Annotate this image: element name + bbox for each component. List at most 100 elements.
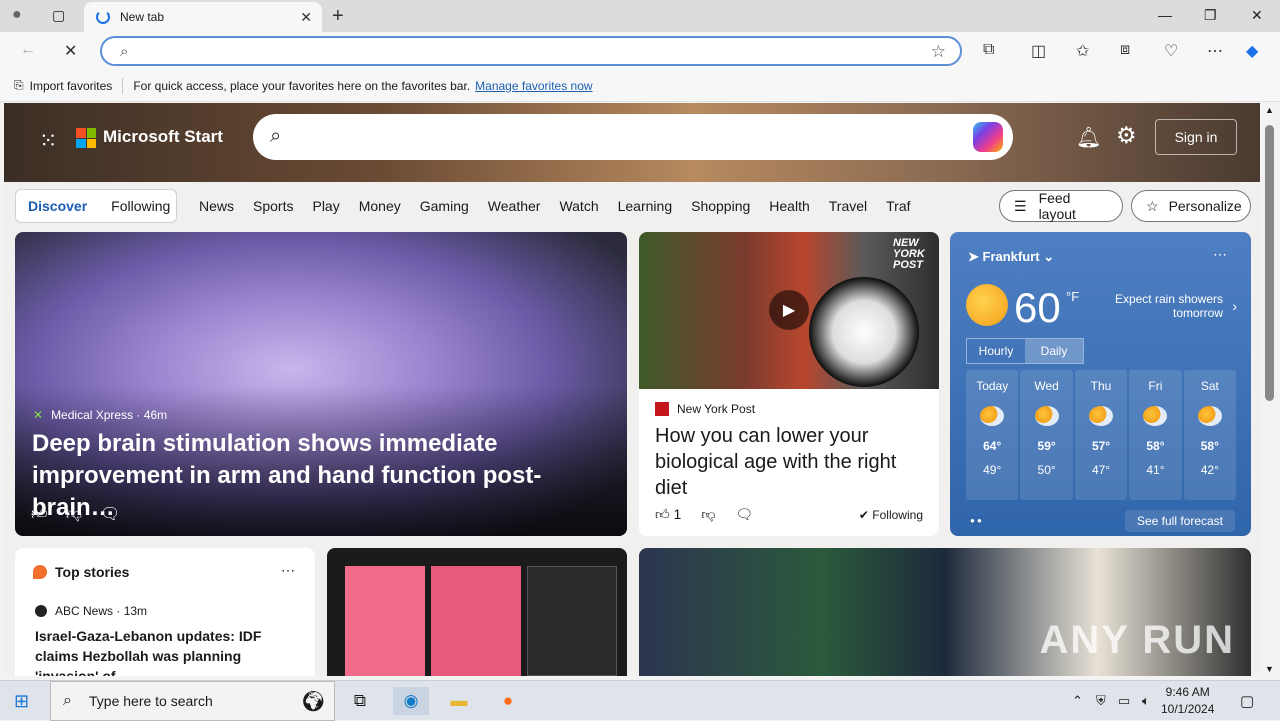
manage-favorites-link[interactable]: Manage favorites now	[475, 79, 592, 93]
tab-new-tab[interactable]: New tab ✕	[84, 2, 322, 32]
firefox-icon[interactable]: ●	[490, 687, 526, 715]
nav-item-travel[interactable]: Travel	[829, 198, 867, 214]
game-box-image	[527, 566, 617, 676]
scroll-down-icon[interactable]: ▼	[1265, 664, 1274, 674]
nav-item-gaming[interactable]: Gaming	[420, 198, 469, 214]
profile-icon[interactable]: ●	[12, 6, 22, 24]
nav-item-watch[interactable]: Watch	[559, 198, 598, 214]
notification-center-icon[interactable]: ▢	[1240, 692, 1254, 710]
chevron-right-icon[interactable]: ›	[1232, 298, 1237, 314]
comment-icon[interactable]: 🗨︎	[100, 506, 138, 523]
weather-location[interactable]: ➤ Frankfurt ⌄	[968, 249, 1054, 265]
notifications-icon[interactable]: 🔔︎	[1076, 125, 1101, 150]
close-window-icon[interactable]: ✕	[1251, 7, 1263, 24]
network-icon[interactable]: ▭	[1118, 693, 1130, 709]
settings-more-icon[interactable]: ⋯	[1207, 41, 1223, 61]
nav-item-play[interactable]: Play	[312, 198, 339, 214]
nav-item-traffic[interactable]: Traf	[886, 198, 910, 214]
copilot-icon[interactable]: ◆	[1246, 41, 1258, 61]
brand-title[interactable]: Microsoft Start	[103, 127, 223, 147]
article-title[interactable]: Israel-Gaza-Lebanon updates: IDF claims …	[35, 626, 299, 676]
show-hidden-icons[interactable]: ⌃	[1072, 693, 1083, 709]
tab-daily[interactable]: Daily	[1025, 339, 1083, 363]
salt-spoon-image	[809, 277, 919, 387]
scroll-up-icon[interactable]: ▲	[1265, 105, 1274, 115]
forecast-day[interactable]: Sat 58° 42°	[1183, 370, 1237, 500]
article-source: New York Post	[655, 402, 755, 416]
volume-icon[interactable]: 🔈︎	[1142, 693, 1150, 709]
like-count: 1	[673, 506, 682, 522]
task-view-icon[interactable]: ⧉	[342, 687, 378, 715]
tab-hourly[interactable]: Hourly	[967, 339, 1025, 363]
new-tab-button[interactable]: +	[332, 5, 344, 28]
favorites-hint: For quick access, place your favorites h…	[133, 78, 471, 93]
main-news-card[interactable]: ✕ Medical Xpress · 46m Deep brain stimula…	[15, 232, 627, 536]
nav-item-learning[interactable]: Learning	[618, 198, 673, 214]
restore-icon[interactable]: ❐	[1204, 7, 1217, 24]
file-explorer-icon[interactable]: ▬	[441, 687, 477, 715]
anime-news-card[interactable]: ANY RUN	[639, 548, 1251, 676]
stop-icon[interactable]: ✕	[64, 41, 77, 61]
page-scrollbar[interactable]: ▲ ▼	[1261, 103, 1280, 676]
gear-icon[interactable]: ⚙	[1116, 122, 1137, 149]
system-clock[interactable]: 9:46 AM 10/1/2024	[1161, 684, 1214, 718]
page-content: ⁙ Microsoft Start ⌕ 🔔︎ ⚙ Sign in Discove…	[4, 103, 1260, 676]
split-screen-icon[interactable]: ◫	[1031, 41, 1046, 61]
address-bar[interactable]: ⌕ ☆	[100, 36, 962, 66]
nav-item-sports[interactable]: Sports	[253, 198, 293, 214]
following-indicator[interactable]: ✔ Following	[859, 508, 923, 522]
nav-item-health[interactable]: Health	[769, 198, 809, 214]
favorites-icon[interactable]: ✩	[1076, 41, 1089, 61]
more-options-icon[interactable]: ⋯	[281, 562, 295, 579]
taskbar-search[interactable]: ⌕ Type here to search 🌍︎	[50, 681, 335, 721]
collections-icon[interactable]: ⧈	[1120, 41, 1130, 59]
tab-following[interactable]: Following	[99, 198, 182, 214]
close-tab-icon[interactable]: ✕	[300, 9, 312, 26]
security-icon[interactable]: ⛨	[1096, 693, 1106, 709]
temperature-unit[interactable]: °F	[1066, 289, 1079, 304]
forecast-day[interactable]: Fri 58° 41°	[1129, 370, 1182, 500]
nav-item-weather[interactable]: Weather	[488, 198, 541, 214]
source-logo-icon	[35, 605, 47, 617]
minimize-icon[interactable]: —	[1158, 7, 1172, 23]
see-full-forecast-link[interactable]: See full forecast	[1124, 510, 1235, 532]
weather-card: ➤ Frankfurt ⌄ ⋯ 60 °F Expect rain shower…	[950, 232, 1251, 536]
comment-icon[interactable]: 🗨︎	[735, 506, 753, 522]
article-title[interactable]: How you can lower your biological age wi…	[655, 423, 925, 501]
nav-item-shopping[interactable]: Shopping	[691, 198, 750, 214]
play-icon[interactable]: ▶	[769, 290, 809, 330]
video-news-card[interactable]: ▶ NEW YORK POST New York Post How you ca…	[639, 232, 939, 536]
app-launcher-icon[interactable]: ⁙	[39, 128, 57, 154]
nav-item-money[interactable]: Money	[359, 198, 401, 214]
import-favorites-button[interactable]: Import favorites	[30, 79, 113, 93]
web-search-box[interactable]: ⌕	[253, 114, 1013, 160]
article-image: ▶ NEW YORK POST	[639, 232, 939, 389]
tab-discover[interactable]: Discover	[16, 198, 99, 214]
like-icon[interactable]: 👍︎	[655, 506, 670, 522]
extensions-icon[interactable]: ⧉	[983, 41, 994, 59]
copilot-icon[interactable]	[973, 122, 1003, 152]
favorite-star-icon[interactable]: ☆	[931, 42, 946, 62]
sign-in-button[interactable]: Sign in	[1155, 119, 1237, 155]
performance-icon[interactable]: ♡	[1164, 41, 1178, 61]
game-news-card[interactable]	[327, 548, 627, 676]
like-icon[interactable]: 👍︎	[31, 506, 66, 523]
forecast-day[interactable]: Thu 57° 47°	[1074, 370, 1128, 500]
back-icon[interactable]: ←	[20, 41, 36, 59]
scrollbar-thumb[interactable]	[1265, 125, 1274, 401]
personalize-button[interactable]: ☆ Personalize	[1131, 190, 1251, 222]
forecast-day[interactable]: Wed 59° 50°	[1020, 370, 1073, 500]
forecast-day[interactable]: Today 64° 49°	[966, 370, 1019, 500]
tab-title: New tab	[120, 10, 165, 24]
forecast-summary[interactable]: Expect rain showers tomorrow	[1083, 292, 1223, 320]
tab-actions-icon[interactable]: ▢	[52, 7, 65, 24]
more-options-icon[interactable]: ⋯	[1213, 246, 1227, 263]
dislike-icon[interactable]: 👎︎	[701, 506, 715, 522]
windows-start-icon[interactable]: ⊞	[14, 691, 29, 712]
top-stories-card: Top stories ⋯ ABC News · 13m Israel-Gaza…	[15, 548, 315, 676]
pager-dots[interactable]: ● ●	[970, 516, 982, 525]
edge-app-icon[interactable]: ◉	[393, 687, 429, 715]
nav-item-news[interactable]: News	[199, 198, 234, 214]
feed-layout-button[interactable]: ☰ Feed layout	[999, 190, 1123, 222]
dislike-icon[interactable]: 👎︎	[66, 506, 100, 523]
